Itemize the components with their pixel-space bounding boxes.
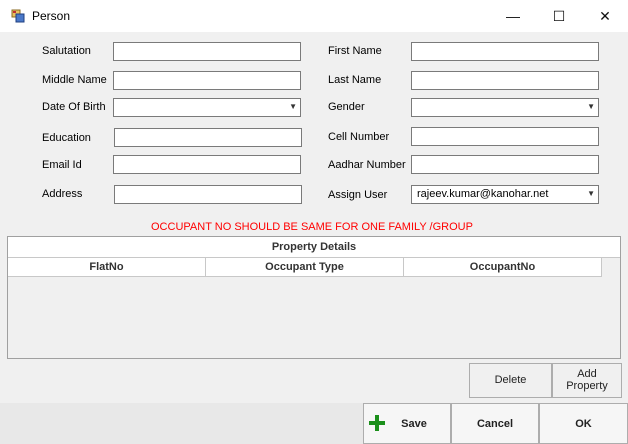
last-name-label: Last Name [328,74,382,86]
middle-name-field[interactable] [113,71,301,90]
save-button[interactable]: Save [363,403,451,444]
minimize-icon: — [506,8,520,24]
close-button[interactable]: ✕ [582,0,628,32]
aadhar-label: Aadhar Number [328,159,406,171]
dob-label: Date Of Birth [42,101,106,113]
grid-title: Property Details [8,237,620,258]
minimize-button[interactable]: — [490,0,536,32]
education-field[interactable] [114,128,302,147]
ok-button[interactable]: OK [539,403,628,444]
column-header-flatno[interactable]: FlatNo [8,258,206,277]
middle-name-label: Middle Name [42,74,107,86]
salutation-field[interactable] [113,42,301,61]
close-icon: ✕ [599,7,611,24]
gender-label: Gender [328,101,365,113]
cell-number-label: Cell Number [328,131,390,143]
chevron-down-icon: ▼ [587,102,595,111]
add-property-label-line2: Property [566,380,608,392]
add-property-button[interactable]: Add Property [552,363,622,398]
maximize-icon: ☐ [552,7,566,24]
save-label: Save [401,417,427,430]
assign-user-label: Assign User [328,189,388,201]
app-icon [11,9,25,23]
address-label: Address [42,188,83,200]
column-header-occupant-type[interactable]: Occupant Type [206,258,404,277]
assign-user-value: rajeev.kumar@kanohar.net [417,188,549,200]
assign-user-select[interactable]: rajeev.kumar@kanohar.net ▼ [411,185,599,204]
property-grid[interactable]: Property Details FlatNo Occupant Type Oc… [7,236,621,359]
cancel-label: Cancel [476,417,514,430]
window-title: Person [32,9,71,23]
aadhar-field[interactable] [411,155,599,174]
gender-select[interactable]: ▼ [411,98,599,117]
delete-label: Delete [494,374,527,386]
maximize-button[interactable]: ☐ [536,0,582,32]
email-field[interactable] [113,155,301,174]
address-field[interactable] [114,185,302,204]
education-label: Education [42,132,91,144]
email-label: Email Id [42,159,82,171]
person-form: Salutation First Name Middle Name Last N… [0,32,628,444]
add-property-label-line1: Add [577,368,597,380]
first-name-label: First Name [328,45,382,57]
title-bar: Person — ☐ ✕ [0,0,628,32]
first-name-field[interactable] [411,42,599,61]
last-name-field[interactable] [411,71,599,90]
occupant-warning: OCCUPANT NO SHOULD BE SAME FOR ONE FAMIL… [149,219,489,235]
plus-icon [369,415,385,431]
cell-number-field[interactable] [411,127,599,146]
chevron-down-icon: ▼ [587,189,595,198]
delete-button[interactable]: Delete [469,363,552,398]
cancel-button[interactable]: Cancel [451,403,539,444]
chevron-down-icon: ▼ [289,102,297,111]
ok-label: OK [575,417,592,430]
dob-picker[interactable]: ▼ [113,98,301,117]
salutation-label: Salutation [42,45,91,57]
column-header-occupantno[interactable]: OccupantNo [404,258,602,277]
